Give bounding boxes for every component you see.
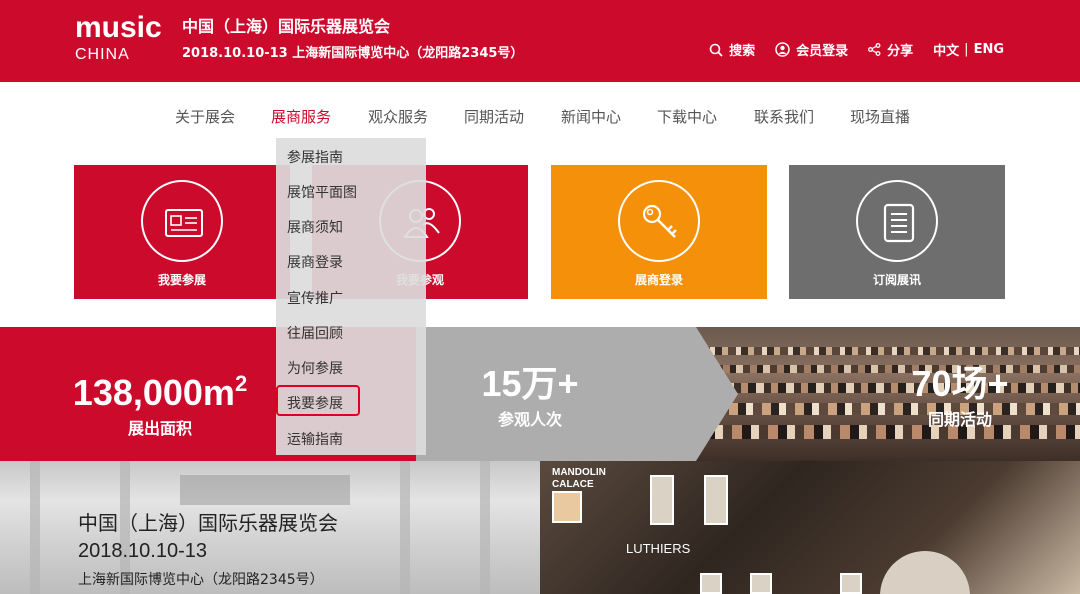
search-label: 搜索 — [729, 44, 756, 59]
key-icon — [642, 204, 677, 238]
event-subtitle: 2018.10.10-13 上海新国际博览中心（龙阳路2345号） — [182, 46, 524, 61]
share-label: 分享 — [887, 44, 914, 59]
tile-circle — [856, 180, 938, 262]
top-header: music CHINA 中国（上海）国际乐器展览会 2018.10.10-13 … — [0, 0, 1080, 82]
event-title: 中国（上海）国际乐器展览会 — [182, 17, 391, 36]
dropdown-item-floor-plan[interactable]: 展馆平面图 — [287, 182, 357, 202]
tile-circle — [618, 180, 700, 262]
dropdown-item-promotion[interactable]: 宣传推广 — [287, 288, 343, 308]
exhibition-info: 中国（上海）国际乐器展览会 2018.10.10-13 上海新国际博览中心（龙阳… — [78, 510, 338, 589]
main-nav: 关于展会 展商服务 观众服务 同期活动 新闻中心 下载中心 联系我们 现场直播 — [0, 82, 1080, 146]
highlight-box — [276, 385, 360, 416]
nav-item-downloads[interactable]: 下载中心 — [657, 106, 717, 127]
dropdown-item-shipping[interactable]: 运输指南 — [287, 429, 343, 449]
tile-subscribe-label: 订阅展讯 — [872, 273, 921, 287]
logo-main-text: music — [75, 11, 162, 44]
user-icon — [775, 42, 790, 57]
lang-en-link[interactable]: ENG — [974, 42, 1004, 57]
nav-item-concurrent-events[interactable]: 同期活动 — [464, 106, 524, 127]
tile-exhibit[interactable]: 我要参展 — [74, 165, 290, 299]
document-icon — [883, 203, 915, 243]
logo-sub-text: CHINA — [75, 46, 130, 63]
share-button[interactable]: 分享 — [868, 40, 913, 59]
dropdown-item-past-review[interactable]: 往届回顾 — [287, 323, 343, 343]
stat-area-unit-sup: 2 — [234, 371, 248, 396]
stat-events: 70场+ 同期活动 — [890, 364, 1030, 430]
search-button[interactable]: 搜索 — [709, 40, 755, 59]
nav-item-exhibitor-services[interactable]: 展商服务 — [271, 106, 331, 127]
nav-item-contact[interactable]: 联系我们 — [754, 106, 814, 127]
event-info: 中国（上海）国际乐器展览会 2018.10.10-13 上海新国际博览中心（龙阳… — [182, 16, 523, 61]
nav-item-visitor-services[interactable]: 观众服务 — [368, 106, 428, 127]
lang-separator: | — [964, 42, 969, 57]
dropdown-item-exhibitor-notice[interactable]: 展商须知 — [287, 217, 343, 237]
poster-text-calace: CALACE — [552, 479, 594, 490]
nav-item-about[interactable]: 关于展会 — [175, 106, 235, 127]
stat-events-label: 同期活动 — [927, 410, 992, 429]
search-icon — [709, 43, 723, 57]
dropdown-item-exhibitor-login[interactable]: 展商登录 — [287, 252, 343, 272]
poster-text-mandolin: MANDOLIN — [552, 467, 606, 478]
tile-subscribe[interactable]: 订阅展讯 — [789, 165, 1005, 299]
share-icon — [868, 43, 881, 56]
exhibition-date: 2018.10.10-13 — [78, 540, 208, 562]
language-switcher: 中文 | ENG — [933, 40, 1004, 59]
stats-arrow — [696, 327, 738, 461]
stat-area-label: 展出面积 — [127, 419, 192, 438]
tile-exhibit-label: 我要参展 — [157, 273, 206, 287]
stat-visitors: 15万+ 参观人次 — [460, 364, 600, 430]
tile-exhibitor-login[interactable]: 展商登录 — [551, 165, 767, 299]
member-login-button[interactable]: 会员登录 — [775, 40, 848, 59]
stat-area-number: 138,000m — [72, 372, 235, 413]
luthiers-photo: MANDOLIN CALACE LUTHIERS — [540, 461, 1080, 594]
header-actions: 搜索 会员登录 分享 中文 | ENG — [689, 40, 1004, 59]
poster-text-luthiers: LUTHIERS — [626, 541, 691, 556]
exhibition-address: 上海新国际博览中心（龙阳路2345号） — [78, 572, 324, 588]
stat-visitors-label: 参观人次 — [497, 410, 562, 429]
stat-visitors-value: 15万+ — [481, 363, 579, 404]
nav-item-live[interactable]: 现场直播 — [850, 106, 910, 127]
member-login-label: 会员登录 — [796, 44, 849, 59]
id-card-icon — [165, 209, 203, 237]
stat-area-value: 138,000m2 — [60, 364, 260, 413]
lang-zh-link[interactable]: 中文 — [933, 40, 959, 59]
tile-circle — [141, 180, 223, 262]
stat-area: 138,000m2 展出面积 — [60, 364, 260, 439]
music-china-logo[interactable]: music CHINA — [75, 12, 162, 64]
nav-item-news[interactable]: 新闻中心 — [561, 106, 621, 127]
tile-exhibitor-login-label: 展商登录 — [634, 273, 683, 287]
exhibition-title: 中国（上海）国际乐器展览会 — [78, 511, 338, 535]
dropdown-item-guide[interactable]: 参展指南 — [287, 147, 343, 167]
stat-events-value: 70场+ — [911, 363, 1009, 404]
dropdown-item-why-exhibit[interactable]: 为何参展 — [287, 358, 343, 378]
